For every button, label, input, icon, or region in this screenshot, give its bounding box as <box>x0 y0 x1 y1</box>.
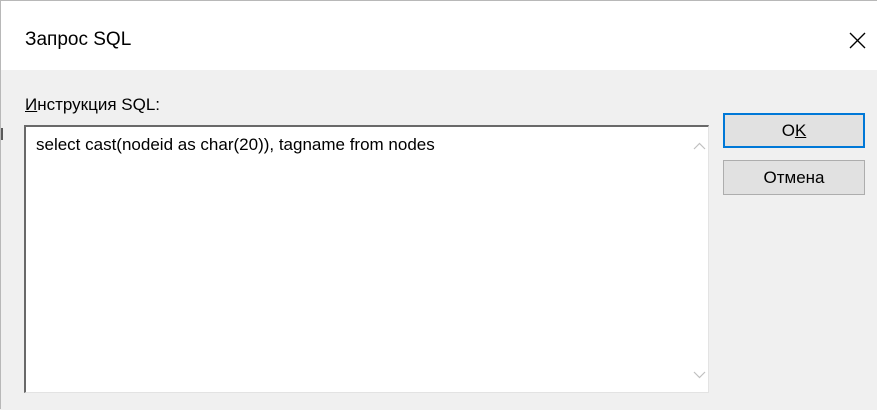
ok-label-prefix: O <box>781 121 795 140</box>
label-accesskey: И <box>25 95 38 114</box>
sql-instruction-label: Инструкция SQL: <box>25 95 160 115</box>
scroll-up-arrow-icon[interactable] <box>693 139 706 151</box>
dialog-title: Запрос SQL <box>25 29 132 50</box>
window-edge-marker <box>1 128 3 140</box>
sql-text-content[interactable]: select cast(nodeid as char(20)), tagname… <box>36 135 435 155</box>
sql-query-dialog: Запрос SQL Инструкция SQL: select cast(n… <box>0 0 877 410</box>
sql-text-area[interactable]: select cast(nodeid as char(20)), tagname… <box>24 125 709 393</box>
cancel-button[interactable]: Отмена <box>723 160 865 195</box>
vertical-scrollbar[interactable] <box>691 127 708 392</box>
close-icon[interactable] <box>837 21 877 61</box>
label-text: нструкция SQL: <box>37 95 160 114</box>
scroll-down-arrow-icon[interactable] <box>693 368 706 380</box>
ok-label-accesskey: K <box>794 121 807 140</box>
title-bar[interactable]: Запрос SQL <box>1 1 877 70</box>
ok-button[interactable]: OK <box>723 113 865 148</box>
